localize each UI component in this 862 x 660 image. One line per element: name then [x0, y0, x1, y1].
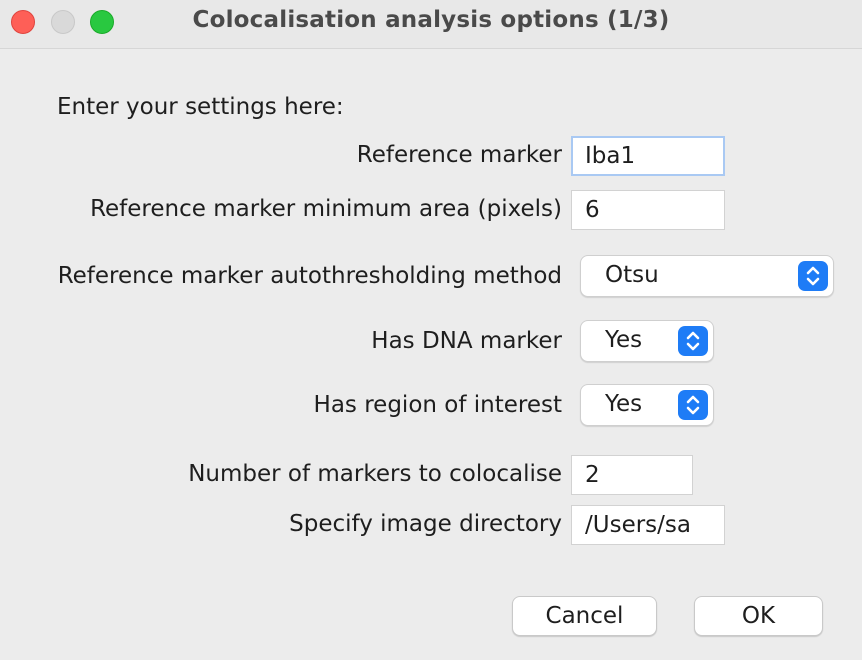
num-markers-input[interactable] — [571, 455, 693, 495]
title-bar[interactable]: Colocalisation analysis options (1/3) — [0, 0, 862, 49]
has-dna-select[interactable]: Yes — [580, 320, 714, 362]
image-directory-input[interactable] — [571, 505, 725, 545]
intro-text: Enter your settings here: — [57, 94, 344, 120]
select-stepper-icon — [678, 390, 708, 420]
cancel-button[interactable]: Cancel — [512, 596, 657, 636]
min-area-label: Reference marker minimum area (pixels) — [90, 196, 562, 222]
min-area-input[interactable] — [571, 190, 725, 230]
window-title: Colocalisation analysis options (1/3) — [192, 7, 670, 33]
select-stepper-icon — [798, 261, 828, 291]
select-stepper-icon — [678, 326, 708, 356]
autothreshold-select[interactable]: Otsu — [580, 255, 834, 297]
image-directory-label: Specify image directory — [289, 511, 562, 537]
has-roi-selected-value: Yes — [605, 391, 643, 417]
autothreshold-label: Reference marker autothresholding method — [57, 263, 562, 289]
reference-marker-label: Reference marker — [356, 142, 562, 168]
has-dna-selected-value: Yes — [605, 327, 643, 353]
num-markers-label: Number of markers to colocalise — [188, 461, 562, 487]
autothreshold-selected-value: Otsu — [605, 262, 659, 288]
has-roi-label: Has region of interest — [313, 392, 562, 418]
dialog-window: Colocalisation analysis options (1/3) En… — [0, 0, 862, 660]
ok-button[interactable]: OK — [694, 596, 823, 636]
has-roi-select[interactable]: Yes — [580, 384, 714, 426]
has-dna-label: Has DNA marker — [371, 328, 562, 354]
reference-marker-input[interactable] — [571, 136, 725, 176]
